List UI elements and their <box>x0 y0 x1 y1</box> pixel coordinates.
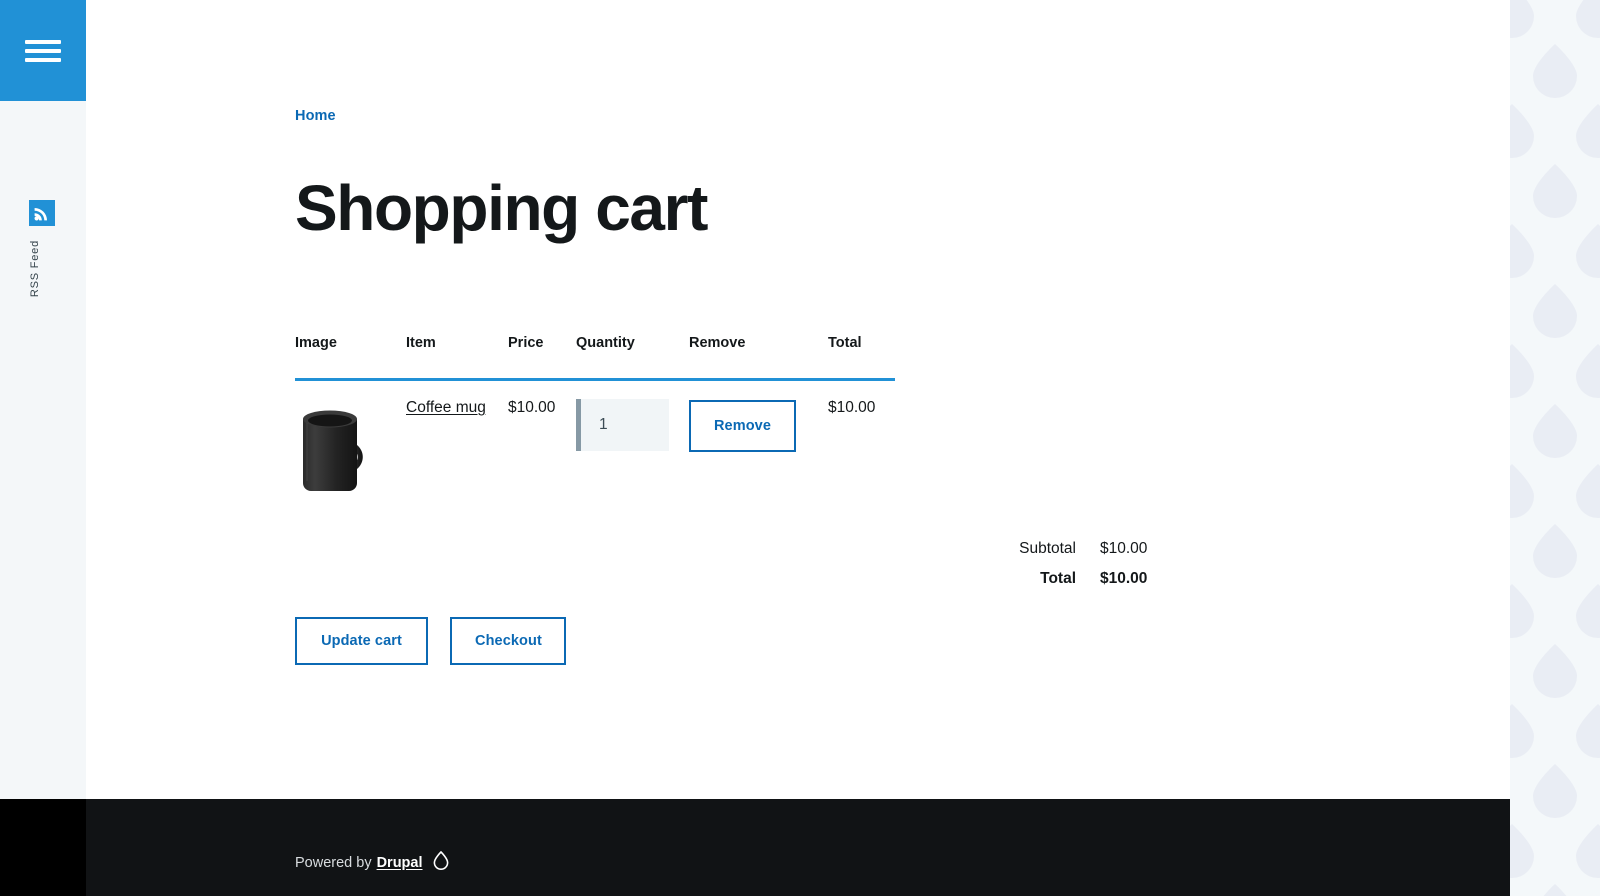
product-image-coffee-mug[interactable] <box>295 399 390 499</box>
sidebar: RSS Feed <box>0 0 86 799</box>
page-title: Shopping cart <box>295 172 708 244</box>
subtotal-value: $10.00 <box>1100 540 1148 557</box>
drupal-droplet-icon <box>433 850 449 874</box>
main-content: Home Shopping cart Image Item Price Quan… <box>86 0 1510 799</box>
column-header-total: Total <box>828 335 862 351</box>
update-cart-button[interactable]: Update cart <box>295 617 428 665</box>
cell-total: $10.00 <box>828 399 876 416</box>
rss-feed-block[interactable]: RSS Feed <box>29 200 57 302</box>
rss-feed-label: RSS Feed <box>29 240 41 298</box>
column-header-quantity: Quantity <box>576 335 635 351</box>
sidebar-footer-block <box>0 799 86 896</box>
shopping-cart-table: Image Item Price Quantity Remove Total C… <box>295 335 895 499</box>
total-value: $10.00 <box>1100 570 1148 587</box>
hamburger-icon-bar-2 <box>25 49 61 53</box>
cell-remove: Remove <box>689 380 828 500</box>
page-root: RSS Feed Home Shopping cart Image Item P… <box>0 0 1600 896</box>
column-header-image: Image <box>295 335 337 351</box>
cart-table-body: Coffee mug $10.00 Remove $10.00 <box>295 380 895 500</box>
droplet-pattern-background <box>1510 0 1600 896</box>
order-totals: Subtotal $10.00 Total $10.00 <box>935 540 1180 600</box>
cell-quantity <box>576 380 689 500</box>
cell-price: $10.00 <box>508 399 556 416</box>
quantity-input[interactable] <box>576 399 669 451</box>
total-row: Total $10.00 <box>935 570 1180 588</box>
subtotal-label: Subtotal <box>1019 540 1076 557</box>
powered-by-label: Powered by <box>295 854 372 871</box>
product-name-link[interactable]: Coffee mug <box>406 399 486 416</box>
footer-credit: Powered by Drupal <box>295 850 449 874</box>
cart-actions: Update cart Checkout <box>295 617 584 665</box>
checkout-button[interactable]: Checkout <box>450 617 567 665</box>
cart-header-row: Image Item Price Quantity Remove Total <box>295 335 895 380</box>
subtotal-row: Subtotal $10.00 <box>935 540 1180 558</box>
hamburger-icon-bar-3 <box>25 58 61 62</box>
total-label: Total <box>1040 570 1076 587</box>
drupal-link[interactable]: Drupal <box>377 855 423 871</box>
rss-feed-icon[interactable] <box>29 200 55 226</box>
cell-image <box>295 380 406 500</box>
table-row: Coffee mug $10.00 Remove $10.00 <box>295 380 895 500</box>
column-header-price: Price <box>508 335 544 351</box>
hamburger-icon-bar-1 <box>25 40 61 44</box>
cart-table-header: Image Item Price Quantity Remove Total <box>295 335 895 380</box>
column-header-remove: Remove <box>689 335 746 351</box>
site-footer: Powered by Drupal <box>86 799 1510 896</box>
hamburger-menu-button[interactable] <box>0 0 86 101</box>
column-header-item: Item <box>406 335 436 351</box>
breadcrumb-home-link[interactable]: Home <box>295 108 336 124</box>
remove-button[interactable]: Remove <box>689 400 796 452</box>
cell-item: Coffee mug <box>406 380 508 500</box>
